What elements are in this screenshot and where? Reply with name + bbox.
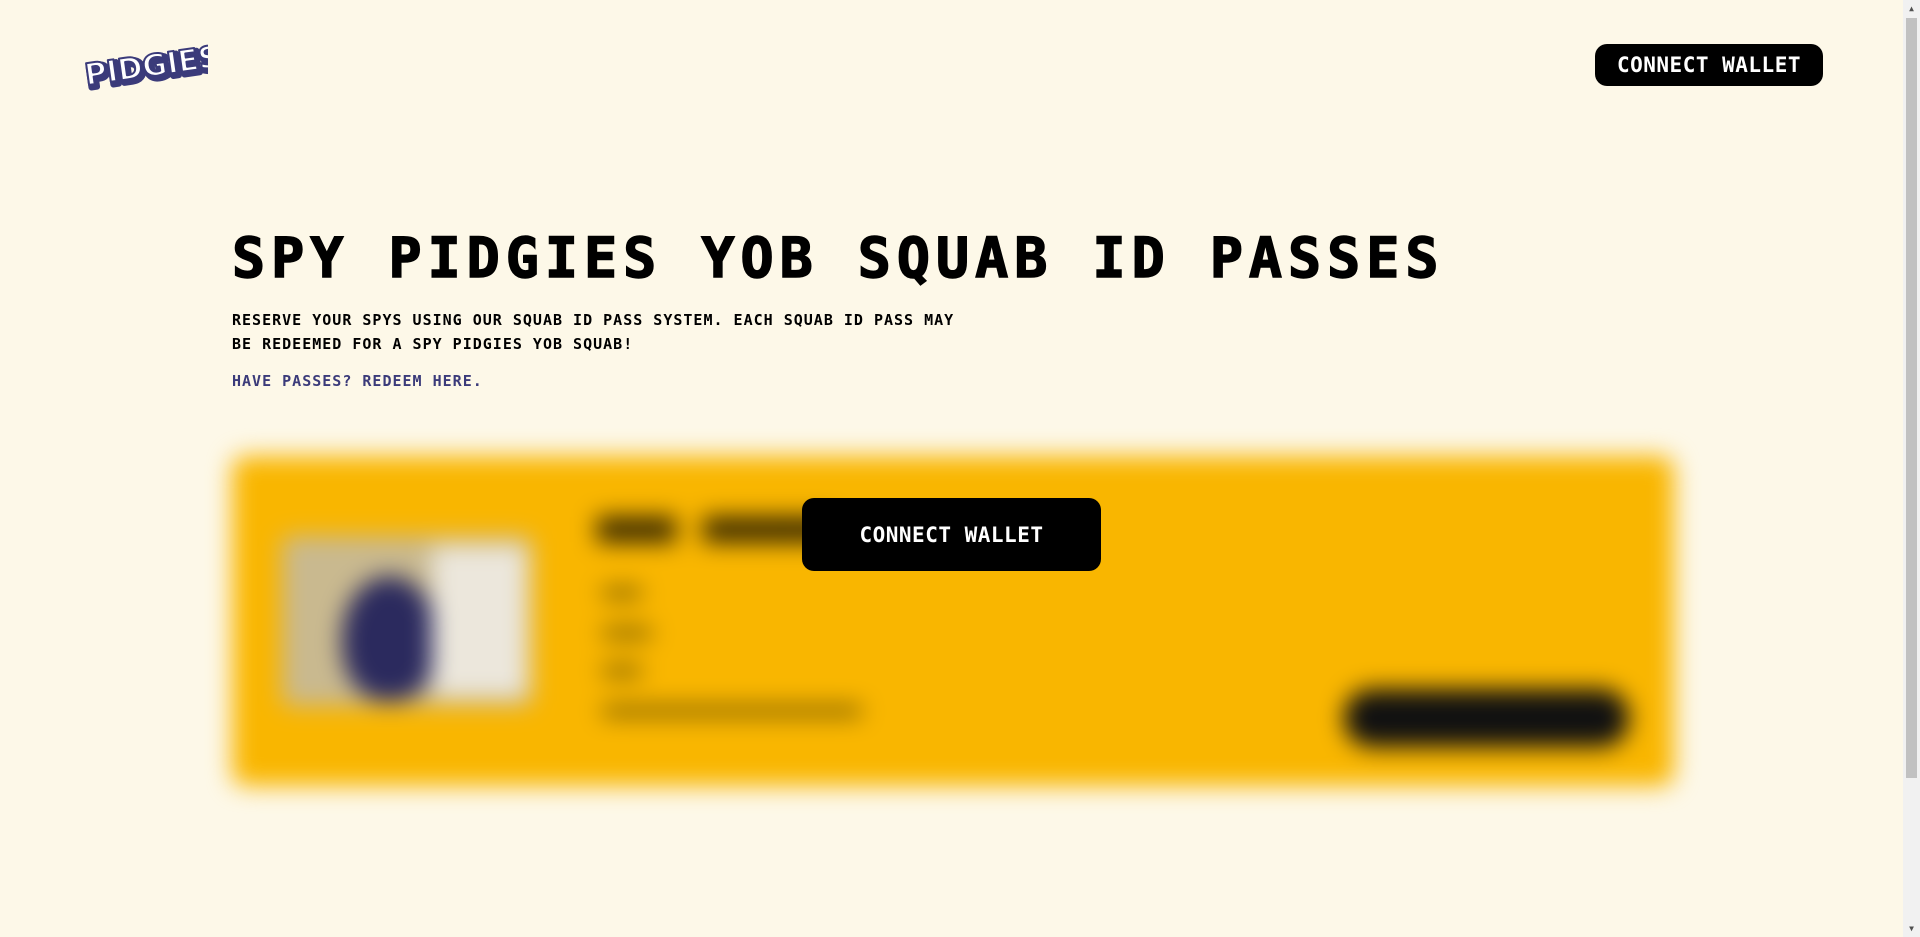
pass-card-detail-line [602,706,862,716]
id-card-paper [432,546,527,696]
scrollbar-thumb[interactable] [1906,18,1917,778]
scroll-down-arrow-icon[interactable]: ▼ [1903,920,1920,937]
pass-card-detail-line [602,628,652,638]
header-connect-wallet-button[interactable]: CONNECT WALLET [1595,44,1823,86]
scroll-up-arrow-icon[interactable]: ▲ [1903,0,1920,17]
page-title: SPY PIDGIES YOB SQUAB ID PASSES [231,225,1445,291]
pidgie-silhouette [342,576,437,701]
pass-card-detail-line [602,588,642,598]
hero-description: RESERVE YOUR SPYS USING OUR SQUAB ID PAS… [232,311,955,353]
pass-card-image [282,536,532,706]
pidgies-logo-icon: PIDGIES! PIDGIES! [82,37,208,96]
redeem-passes-link[interactable]: HAVE PASSES? REDEEM HERE. [232,372,483,390]
page: PIDGIES! PIDGIES! CONNECT WALLET SPY PID… [0,0,1920,937]
pass-card-detail-line [602,666,642,676]
pidgies-logo[interactable]: PIDGIES! PIDGIES! [80,32,208,96]
vertical-scrollbar[interactable]: ▲ ▼ [1903,0,1920,937]
card-connect-wallet-button[interactable]: CONNECT WALLET [802,498,1101,571]
pass-card-action-button [1344,689,1629,747]
pass-card-title-placeholder: ■■■ ■■■■■ [597,501,836,552]
svg-text:PIDGIES!: PIDGIES! [83,38,208,93]
